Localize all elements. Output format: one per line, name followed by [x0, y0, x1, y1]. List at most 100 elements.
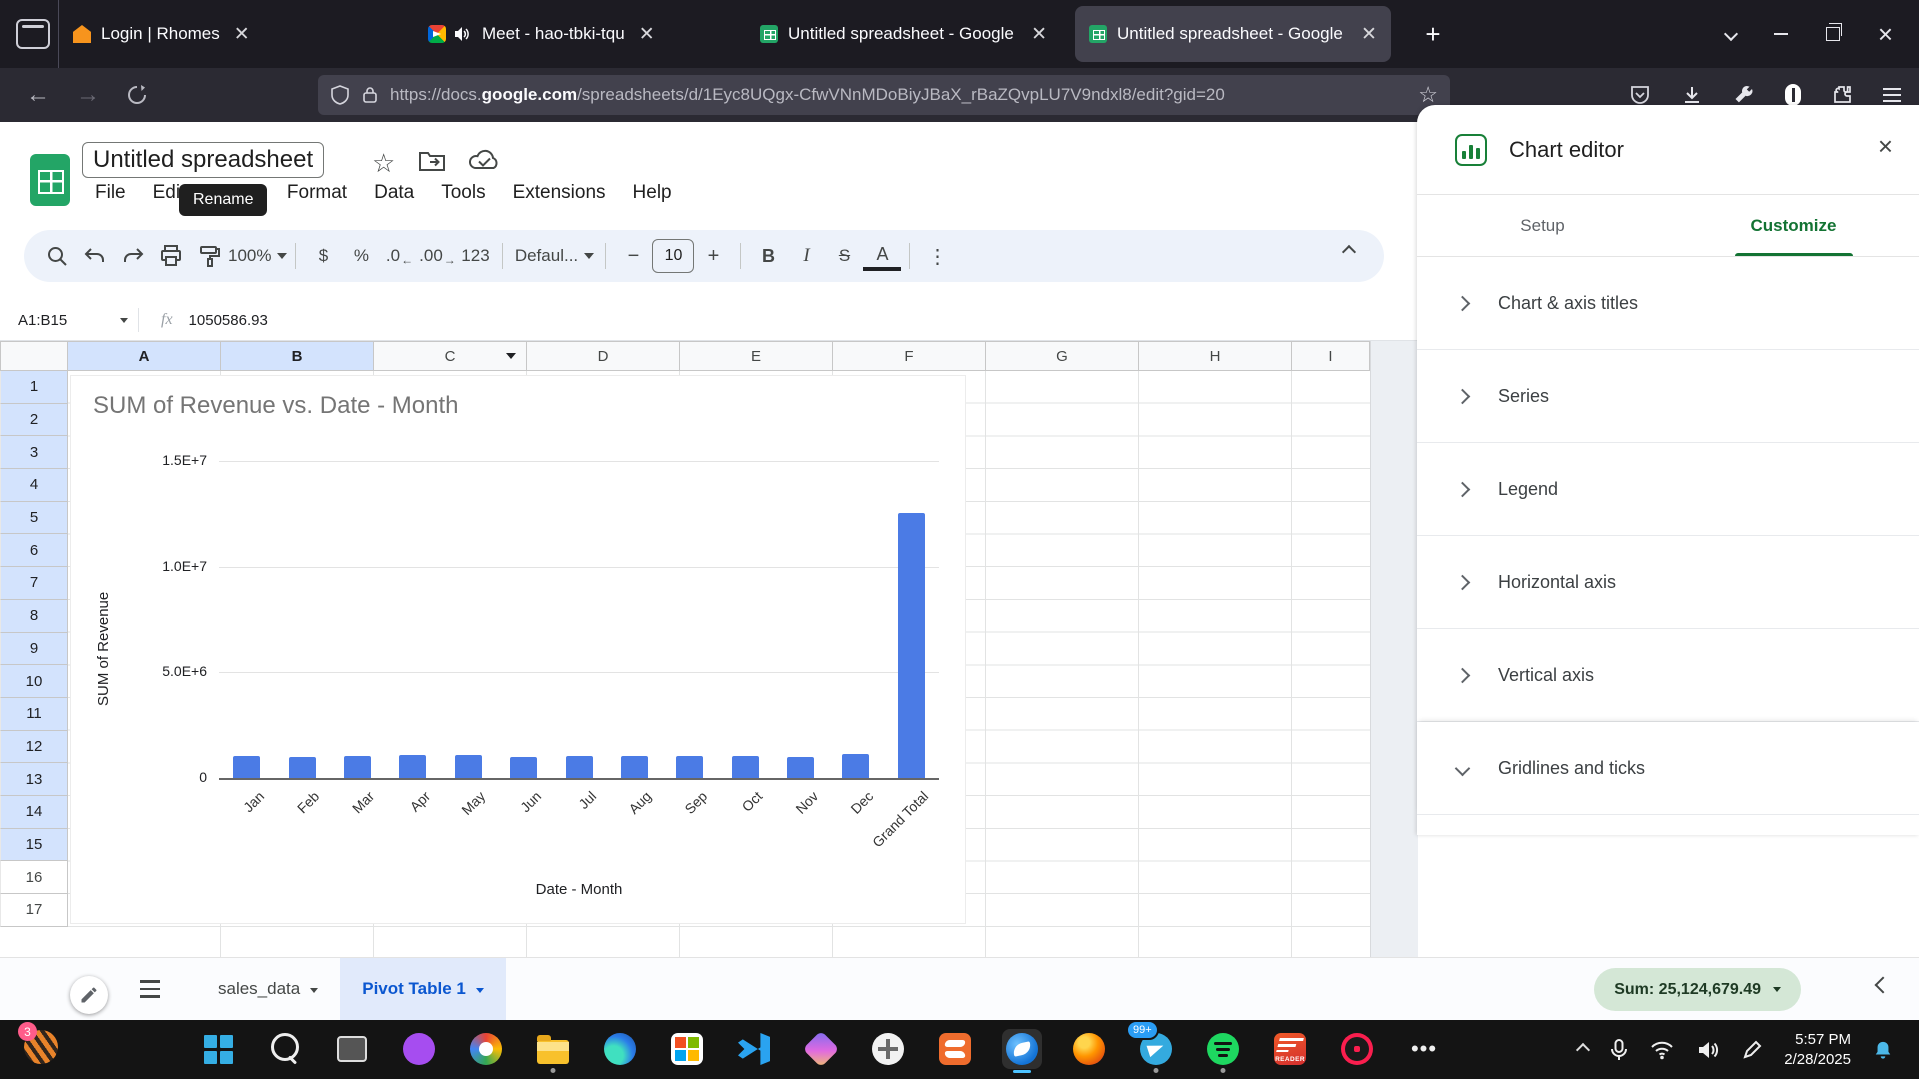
format-percent-button[interactable]: % [342, 238, 380, 274]
url-bar[interactable]: https://docs.google.com/spreadsheets/d/1… [318, 75, 1450, 115]
taskbar-clock[interactable]: 5:57 PM 2/28/2025 [1784, 1030, 1851, 1069]
taskbar-icon-spotify[interactable] [1203, 1029, 1243, 1069]
taskbar-icon-reader[interactable]: READER [1270, 1029, 1310, 1069]
browser-tab-2[interactable]: Meet - hao-tbki-tqu✕ [414, 0, 746, 68]
column-header-E[interactable]: E [680, 341, 833, 371]
decrease-decimal-button[interactable]: .0← [380, 238, 418, 274]
volume-icon[interactable] [1696, 1040, 1720, 1060]
row-header-16[interactable]: 16 [0, 861, 68, 894]
tab-close-icon[interactable]: ✕ [639, 23, 655, 46]
more-formats-button[interactable]: 123 [456, 238, 494, 274]
browser-tab-3[interactable]: Untitled spreadsheet - Google S✕ [746, 0, 1061, 68]
section-series[interactable]: Series [1417, 350, 1919, 443]
row-header-7[interactable]: 7 [0, 567, 68, 600]
embedded-chart[interactable]: SUM of Revenue vs. Date - Month SUM of R… [70, 375, 966, 924]
taskbar-icon-search[interactable] [265, 1029, 305, 1069]
chart-editor-tab-customize[interactable]: Customize [1668, 195, 1919, 256]
chevron-right-icon[interactable] [1455, 481, 1471, 497]
cloud-saved-icon[interactable] [468, 148, 500, 174]
menu-help[interactable]: Help [633, 182, 672, 204]
collapse-right-icon[interactable] [1877, 978, 1889, 996]
close-panel-icon[interactable]: × [1878, 131, 1893, 162]
section-vertical-axis[interactable]: Vertical axis [1417, 629, 1919, 722]
firefox-view-icon[interactable] [16, 19, 50, 49]
edit-chart-pencil-button[interactable] [70, 976, 108, 1014]
italic-button[interactable]: I [787, 238, 825, 274]
sheet-tab-pivot-table-1[interactable]: Pivot Table 1 [340, 958, 506, 1020]
print-icon[interactable] [152, 238, 190, 274]
move-folder-icon[interactable] [418, 148, 446, 174]
undo-icon[interactable] [76, 238, 114, 274]
chevron-right-icon[interactable] [1455, 667, 1471, 683]
all-sheets-icon[interactable] [140, 980, 160, 998]
more-toolbar-icon[interactable]: ⋮ [918, 238, 956, 274]
row-header-5[interactable]: 5 [0, 502, 68, 535]
zoom-select[interactable]: 100% [228, 238, 287, 274]
column-header-G[interactable]: G [986, 341, 1139, 371]
chevron-right-icon[interactable] [1455, 295, 1471, 311]
menu-file[interactable]: File [95, 182, 126, 204]
taskbar-overflow-item[interactable]: 3 [24, 1030, 62, 1068]
document-title-input[interactable]: Untitled spreadsheet [82, 142, 324, 178]
wrench-icon[interactable] [1733, 84, 1755, 106]
restore-button[interactable] [1826, 27, 1840, 41]
close-window-button[interactable]: × [1878, 21, 1893, 47]
browser-tab-1[interactable]: Login | Rhomes✕ [58, 0, 414, 68]
row-header-2[interactable]: 2 [0, 404, 68, 437]
chevron-right-icon[interactable] [1455, 388, 1471, 404]
sheet-tab-menu-icon[interactable] [310, 988, 318, 993]
taskbar-icon-chat[interactable]: 99+ [1136, 1029, 1176, 1069]
taskbar-icon-start[interactable] [198, 1029, 238, 1069]
tab-audio-icon[interactable] [454, 26, 470, 42]
menu-tools[interactable]: Tools [441, 182, 485, 204]
taskbar-icon-edge[interactable] [600, 1029, 640, 1069]
tab-close-icon[interactable]: ✕ [1031, 23, 1047, 46]
column-header-H[interactable]: H [1139, 341, 1292, 371]
row-header-14[interactable]: 14 [0, 796, 68, 829]
extensions-puzzle-icon[interactable] [1831, 84, 1853, 106]
font-size-input[interactable]: 10 [652, 239, 694, 273]
column-header-D[interactable]: D [527, 341, 680, 371]
font-select[interactable]: Defaul... [511, 238, 597, 274]
chevron-down-icon[interactable] [1455, 760, 1471, 776]
sheet-tab-sales_data[interactable]: sales_data [196, 958, 340, 1020]
taskbar-icon-thunderbird[interactable] [1002, 1029, 1042, 1069]
list-tabs-icon[interactable] [1724, 27, 1738, 41]
name-box[interactable]: A1:B15 [0, 312, 138, 329]
row-header-8[interactable]: 8 [0, 600, 68, 633]
taskbar-icon-opera-gx[interactable] [1337, 1029, 1377, 1069]
column-header-B[interactable]: B [221, 341, 374, 371]
new-tab-button[interactable]: + [1415, 16, 1451, 52]
chevron-right-icon[interactable] [1455, 574, 1471, 590]
hidden-icons-chevron[interactable] [1576, 1042, 1590, 1056]
tab-close-icon[interactable]: ✕ [1361, 23, 1377, 46]
increase-decimal-button[interactable]: .00→ [418, 238, 456, 274]
menu-icon[interactable] [1883, 88, 1901, 102]
column-header-I[interactable]: I [1292, 341, 1370, 371]
minimize-button[interactable] [1774, 33, 1788, 35]
row-header-6[interactable]: 6 [0, 534, 68, 567]
column-header-A[interactable]: A [68, 341, 221, 371]
reader-mode-icon[interactable] [1785, 84, 1801, 106]
reload-icon[interactable] [126, 84, 148, 106]
row-header-12[interactable]: 12 [0, 731, 68, 764]
tab-close-icon[interactable]: ✕ [234, 23, 250, 46]
forward-button[interactable]: → [76, 81, 100, 109]
taskbar-icon-ms-store[interactable] [667, 1029, 707, 1069]
sheets-logo-icon[interactable] [30, 154, 70, 206]
row-header-11[interactable]: 11 [0, 698, 68, 731]
taskbar-icon-more[interactable]: ••• [1404, 1029, 1444, 1069]
sheet-tab-menu-icon[interactable] [476, 988, 484, 993]
select-all-corner[interactable] [0, 341, 68, 371]
text-color-button[interactable]: A [863, 241, 901, 271]
section-gridlines-and-ticks[interactable]: Gridlines and ticks [1417, 722, 1919, 815]
notification-bell-icon[interactable] [1873, 1040, 1893, 1060]
format-currency-button[interactable]: $ [304, 238, 342, 274]
strikethrough-button[interactable]: S [825, 238, 863, 274]
taskbar-icon-designer[interactable] [801, 1029, 841, 1069]
taskbar-icon-photos[interactable] [466, 1029, 506, 1069]
taskbar-icon-file-explorer[interactable] [533, 1029, 573, 1069]
microphone-icon[interactable] [1610, 1039, 1628, 1061]
taskbar-icon-firefox[interactable] [1069, 1029, 1109, 1069]
row-header-17[interactable]: 17 [0, 894, 68, 927]
